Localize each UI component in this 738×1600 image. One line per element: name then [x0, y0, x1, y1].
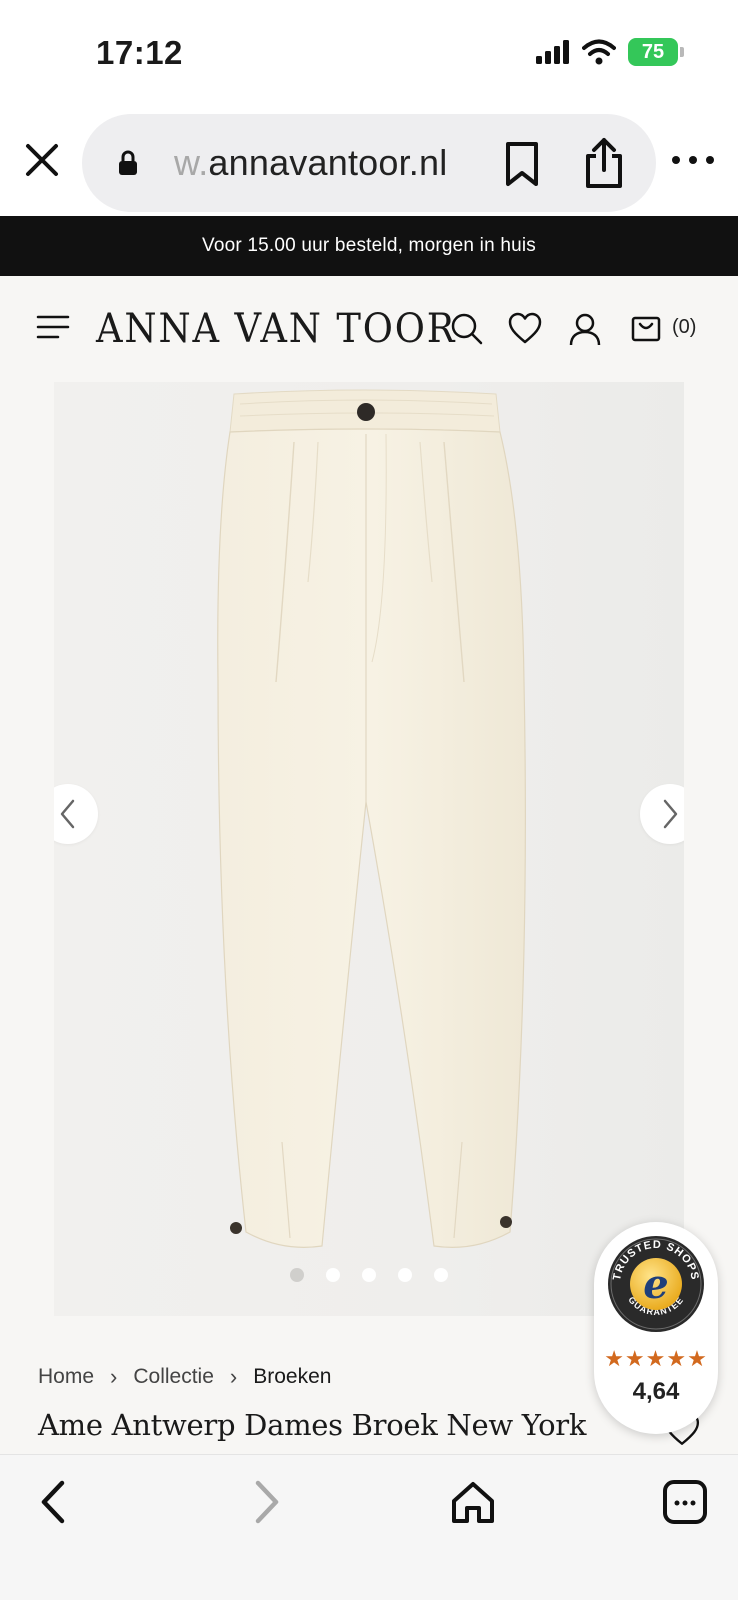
gallery-dots — [54, 1268, 684, 1282]
wifi-icon — [582, 39, 616, 65]
cart-icon[interactable] — [630, 312, 664, 346]
tabs-icon[interactable] — [660, 1477, 710, 1527]
gallery-dot[interactable] — [326, 1268, 340, 1282]
rating-stars: ★★★★★ — [604, 1346, 708, 1371]
gallery-dot[interactable] — [398, 1268, 412, 1282]
promo-text: Voor 15.00 uur besteld, morgen in huis — [202, 235, 536, 256]
site-logo[interactable]: ANNA VAN TOOR — [96, 306, 456, 352]
battery-charging-icon: 75 — [628, 38, 684, 66]
close-icon[interactable] — [20, 138, 64, 182]
browser-bar: w.annavantoor.nl — [0, 100, 738, 216]
home-icon[interactable] — [448, 1477, 498, 1527]
back-icon[interactable] — [30, 1477, 80, 1527]
url-text: w.annavantoor.nl — [174, 142, 447, 184]
site-header: ANNA VAN TOOR (0) — [0, 276, 738, 378]
bookmark-icon[interactable] — [500, 140, 544, 188]
breadcrumb: Home › Collectie › Broeken — [38, 1364, 331, 1390]
status-bar: 17:12 75 — [0, 0, 738, 100]
lock-icon — [119, 150, 137, 175]
forward-icon[interactable] — [240, 1477, 290, 1527]
signal-icon — [536, 40, 569, 64]
browser-toolbar — [0, 1454, 738, 1600]
product-gallery[interactable] — [54, 382, 684, 1316]
rating-score: 4,64 — [632, 1378, 680, 1405]
battery-level: 75 — [641, 40, 665, 63]
trusted-shops-seal-icon: TRUSTED SHOPS GUARANTEE e — [608, 1236, 704, 1332]
chevron-right-icon: › — [110, 1364, 118, 1389]
url-domain: annavantoor.nl — [208, 142, 448, 183]
status-icons: 75 — [536, 38, 684, 66]
status-time: 17:12 — [96, 34, 183, 71]
url-faded-part: w. — [174, 142, 209, 183]
gallery-dot[interactable] — [290, 1268, 304, 1282]
chevron-right-icon: › — [229, 1364, 238, 1389]
breadcrumb-collectie[interactable]: Collectie — [133, 1365, 214, 1389]
seal-letter: e — [643, 1261, 668, 1308]
promo-banner: Voor 15.00 uur besteld, morgen in huis — [0, 216, 738, 276]
product-image — [217, 389, 526, 1248]
gallery-dot[interactable] — [434, 1268, 448, 1282]
breadcrumb-broeken[interactable]: Broeken — [253, 1365, 331, 1389]
heart-icon[interactable] — [508, 312, 542, 346]
share-icon[interactable] — [582, 136, 626, 190]
more-icon[interactable] — [668, 144, 718, 174]
chevron-left-icon — [60, 799, 75, 829]
user-icon[interactable] — [568, 312, 602, 346]
cart-count[interactable]: (0) — [672, 316, 696, 339]
breadcrumb-home[interactable]: Home — [38, 1365, 94, 1389]
menu-icon[interactable] — [36, 314, 70, 340]
product-title: Ame Antwerp Dames Broek New York — [38, 1408, 587, 1442]
address-bar[interactable]: w.annavantoor.nl — [82, 114, 656, 212]
chevron-right-icon — [663, 799, 678, 829]
search-icon[interactable] — [450, 312, 484, 346]
trusted-shops-badge[interactable]: TRUSTED SHOPS GUARANTEE e ★★★★★ 4,64 — [594, 1222, 718, 1434]
gallery-dot[interactable] — [362, 1268, 376, 1282]
